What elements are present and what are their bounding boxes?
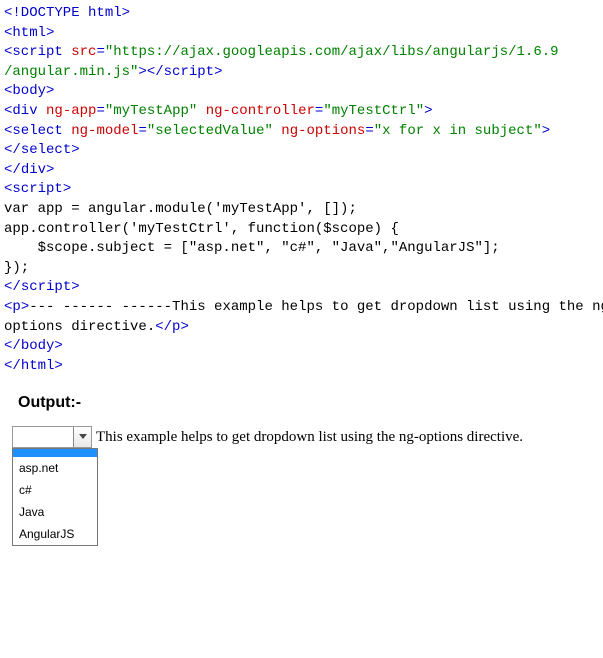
- select-option[interactable]: AngularJS: [13, 523, 97, 545]
- code-text: >: [54, 358, 62, 374]
- code-text: select: [12, 123, 62, 139]
- code-text: html: [21, 358, 55, 374]
- code-text: "x for x in subject": [374, 123, 542, 139]
- code-text: app.controller('myTestCtrl', function($s…: [4, 221, 399, 237]
- code-text: $scope.subject = ["asp.net", "c#", "Java…: [4, 240, 500, 256]
- code-text: >: [424, 103, 432, 119]
- select-option[interactable]: c#: [13, 479, 97, 501]
- code-text: =: [365, 123, 373, 139]
- select-dropdown-button[interactable]: [73, 427, 91, 447]
- code-text: [197, 103, 205, 119]
- code-text: p: [12, 299, 20, 315]
- code-text: html: [12, 25, 46, 41]
- code-text: var app = angular.module('myTestApp', []…: [4, 201, 357, 217]
- code-text: "myTestApp": [105, 103, 197, 119]
- code-text: >: [21, 299, 29, 315]
- code-text: </: [4, 358, 21, 374]
- code-text: [63, 44, 71, 60]
- subject-select[interactable]: [12, 426, 92, 448]
- code-text: select: [21, 142, 71, 158]
- code-text: ng-controller: [206, 103, 315, 119]
- code-text: ng-model: [71, 123, 138, 139]
- code-text: script: [164, 64, 214, 80]
- code-text: =: [138, 123, 146, 139]
- code-text: >: [214, 64, 222, 80]
- code-text: /angular.min.js": [4, 64, 138, 80]
- code-text: >: [71, 279, 79, 295]
- code-text: [63, 123, 71, 139]
- code-text: body: [21, 338, 55, 354]
- code-text: =: [96, 44, 104, 60]
- code-text: </: [4, 162, 21, 178]
- code-text: div: [12, 103, 37, 119]
- code-text: </: [155, 319, 172, 335]
- code-text: script: [12, 181, 62, 197]
- output-heading: Output:-: [18, 394, 603, 412]
- code-text: div: [21, 162, 46, 178]
- code-text: </: [4, 142, 21, 158]
- code-text: >: [542, 123, 550, 139]
- code-text: --- ------ ------This example helps to g…: [29, 299, 603, 315]
- code-text: >: [180, 319, 188, 335]
- code-text: script: [12, 44, 62, 60]
- code-text: script: [21, 279, 71, 295]
- code-text: >: [54, 338, 62, 354]
- code-text: [38, 103, 46, 119]
- code-text: =: [96, 103, 104, 119]
- code-text: >: [46, 162, 54, 178]
- code-text: >: [46, 83, 54, 99]
- code-text: >: [71, 142, 79, 158]
- code-text: ng-options: [281, 123, 365, 139]
- select-options-list[interactable]: asp.net c# Java AngularJS: [12, 448, 98, 546]
- code-text: "https://ajax.googleapis.com/ajax/libs/a…: [105, 44, 559, 60]
- code-text: ></: [138, 64, 163, 80]
- code-text: body: [12, 83, 46, 99]
- select-value: [13, 427, 73, 447]
- code-text: >: [63, 181, 71, 197]
- code-text: </: [4, 279, 21, 295]
- output-description: This example helps to get dropdown list …: [96, 429, 523, 446]
- code-text: src: [71, 44, 96, 60]
- code-text: "myTestCtrl": [323, 103, 424, 119]
- code-text: >: [46, 25, 54, 41]
- chevron-down-icon: [79, 434, 87, 440]
- select-option[interactable]: asp.net: [13, 457, 97, 479]
- output-area: This example helps to get dropdown list …: [0, 426, 603, 448]
- code-text: </: [4, 338, 21, 354]
- select-option-blank[interactable]: [13, 449, 97, 457]
- select-option[interactable]: Java: [13, 501, 97, 523]
- code-text: ng-app: [46, 103, 96, 119]
- code-text: "selectedValue": [147, 123, 273, 139]
- code-block: <!DOCTYPE html> <html> <script src="http…: [0, 0, 603, 380]
- code-text: <!DOCTYPE html>: [4, 5, 130, 21]
- code-text: });: [4, 260, 29, 276]
- code-text: options directive.: [4, 319, 155, 335]
